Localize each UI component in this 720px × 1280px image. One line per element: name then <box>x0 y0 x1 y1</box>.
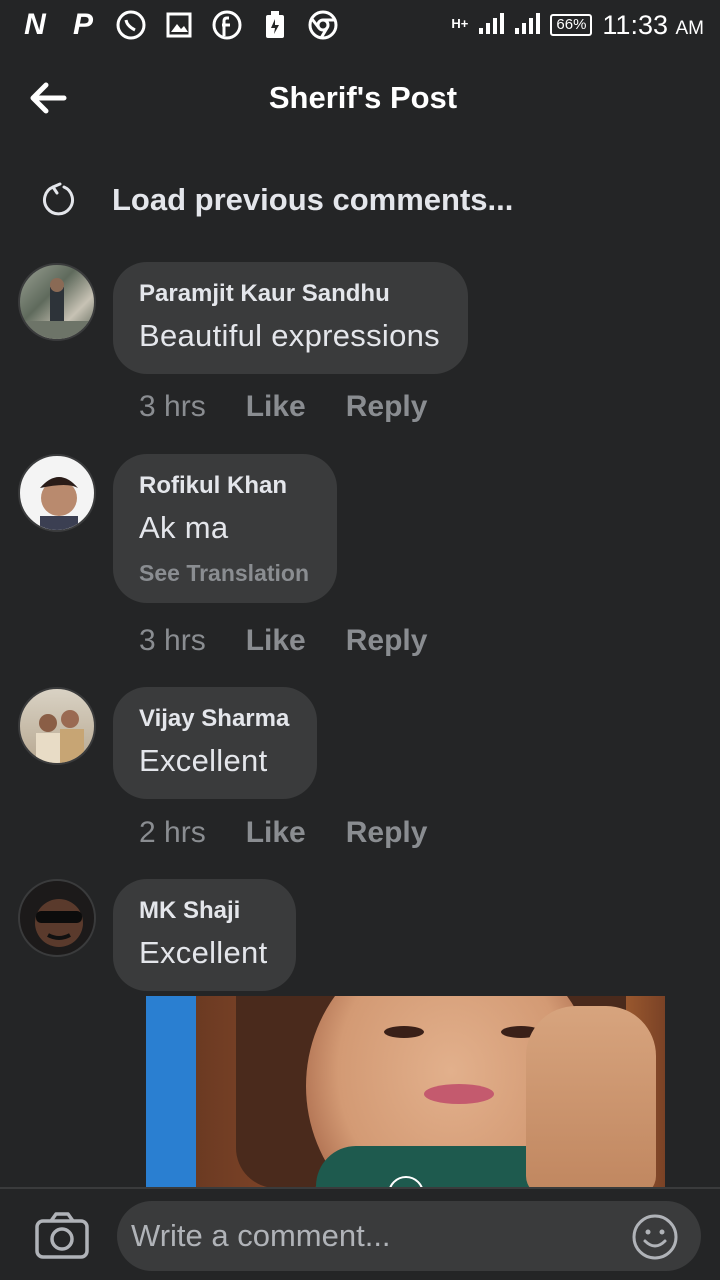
battery-saver-icon <box>258 8 292 42</box>
signal-icon-2 <box>514 12 541 39</box>
comment-bubble[interactable]: MK Shaji Excellent <box>113 879 296 991</box>
system-status: H+ 66% 11:33 AM <box>451 10 704 41</box>
reply-button[interactable]: Reply <box>346 816 428 850</box>
comment-bubble[interactable]: Vijay Sharma Excellent <box>113 687 318 799</box>
load-previous-comments[interactable]: Load previous comments... <box>42 172 513 228</box>
notification-icons: N P <box>18 8 340 42</box>
reply-button[interactable]: Reply <box>346 624 428 658</box>
like-button[interactable]: Like <box>246 390 306 424</box>
emoji-button[interactable] <box>631 1213 679 1261</box>
facebook-icon <box>210 8 244 42</box>
image-detail <box>526 1006 656 1188</box>
comment-meta: 3 hrs Like Reply <box>139 624 427 658</box>
refresh-icon <box>43 182 74 216</box>
comment-text: Excellent <box>139 743 268 778</box>
network-type: H+ <box>451 15 469 31</box>
image-detail <box>424 1084 494 1104</box>
comment-composer <box>0 1187 720 1280</box>
load-previous-label: Load previous comments... <box>112 182 514 217</box>
gallery-icon <box>162 8 196 42</box>
comment-gif-image[interactable] <box>146 996 665 1188</box>
see-translation-link[interactable]: See Translation <box>139 560 309 587</box>
battery-indicator: 66% <box>550 14 593 36</box>
page-title: Sherif's Post <box>268 80 458 115</box>
clock-time: 11:33 <box>602 9 668 40</box>
comment-text: Excellent <box>139 935 268 970</box>
avatar[interactable] <box>18 879 96 957</box>
comment-time: 2 hrs <box>139 816 206 849</box>
comment-meta: 3 hrs Like Reply <box>139 390 427 424</box>
like-button[interactable]: Like <box>246 816 306 850</box>
comment-text: Ak ma <box>139 510 229 545</box>
comment-author[interactable]: Paramjit Kaur Sandhu <box>139 280 440 308</box>
status-bar: N P H+ 66% 11:33 AM <box>0 0 720 50</box>
app-bar: Sherif's Post <box>0 60 720 136</box>
comment-bubble[interactable]: Rofikul Khan Ak ma See Translation <box>113 454 338 603</box>
whatsapp-icon <box>114 8 148 42</box>
netflix-icon: N <box>24 8 46 41</box>
avatar[interactable] <box>18 454 96 532</box>
comment-meta: 2 hrs Like Reply <box>139 816 427 850</box>
comment-time: 3 hrs <box>139 390 206 423</box>
pocket-icon: P <box>72 8 93 41</box>
comment-author[interactable]: MK Shaji <box>139 897 268 925</box>
emoji-icon <box>632 1214 678 1260</box>
camera-icon <box>35 1212 89 1259</box>
camera-button[interactable] <box>34 1211 90 1261</box>
comment-time: 3 hrs <box>139 624 206 657</box>
reply-button[interactable]: Reply <box>346 390 428 424</box>
comment-author[interactable]: Vijay Sharma <box>139 705 289 733</box>
avatar[interactable] <box>18 263 96 341</box>
comment-input[interactable] <box>117 1201 701 1271</box>
clock-ampm: AM <box>675 17 705 39</box>
avatar[interactable] <box>18 687 96 765</box>
signal-icon <box>478 12 505 39</box>
comment-text: Beautiful expressions <box>139 318 440 353</box>
clock: 11:33 AM <box>602 10 704 41</box>
image-detail <box>384 1026 424 1038</box>
comment-bubble[interactable]: Paramjit Kaur Sandhu Beautiful expressio… <box>113 262 468 374</box>
chrome-icon <box>306 8 340 42</box>
like-button[interactable]: Like <box>246 624 306 658</box>
comment-author[interactable]: Rofikul Khan <box>139 472 309 500</box>
